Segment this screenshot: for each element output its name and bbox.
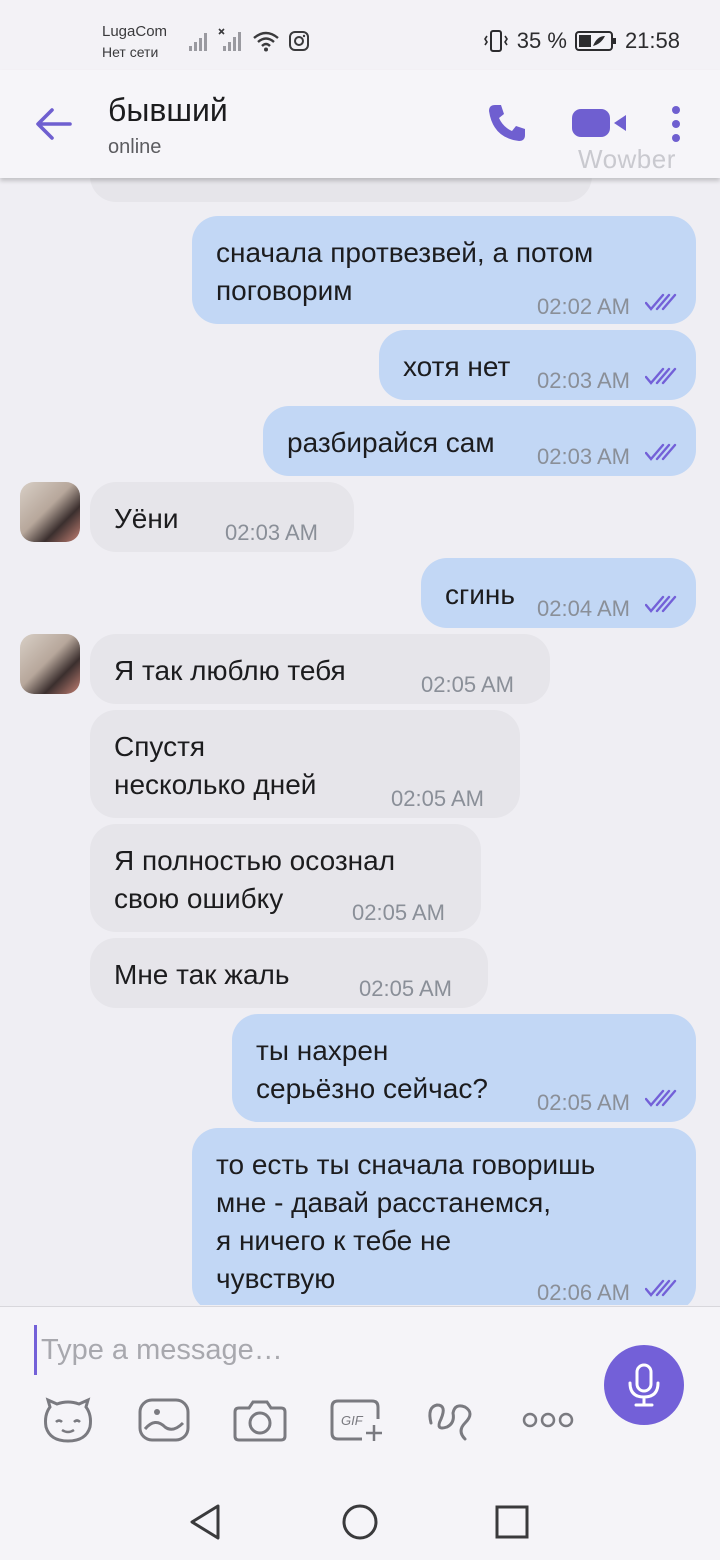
- signal-off-icon: [218, 28, 241, 51]
- gif-button[interactable]: GIF: [328, 1395, 384, 1445]
- clock: 21:58: [624, 28, 680, 53]
- recents-nav-icon[interactable]: [492, 1502, 532, 1542]
- outgoing-message[interactable]: то есть ты сначала говоришь мне - давай р…: [192, 1128, 696, 1305]
- system-nav-bar: [0, 1480, 720, 1560]
- outgoing-message[interactable]: ты нахрен серьёзно сейчас? 02:05 AM: [232, 1014, 696, 1122]
- signal-icons: [188, 28, 310, 52]
- home-nav-icon[interactable]: [340, 1502, 380, 1542]
- doodle-icon: [428, 1403, 472, 1441]
- svg-text:GIF: GIF: [341, 1413, 364, 1428]
- message-time: 02:05 AM: [391, 786, 484, 811]
- battery-icon: [574, 31, 616, 51]
- message-time: 02:05 AM: [421, 672, 514, 697]
- camera-icon: [233, 1400, 287, 1442]
- gallery-icon: [138, 1398, 190, 1442]
- message-time: 02:03 AM: [537, 444, 630, 469]
- outgoing-message[interactable]: сгинь 02:04 AM: [421, 558, 696, 628]
- message-time: 02:05 AM: [359, 976, 452, 1001]
- camera-button[interactable]: [232, 1395, 288, 1445]
- network-status: Нет сети: [102, 44, 159, 60]
- doodle-button[interactable]: [424, 1395, 480, 1445]
- outgoing-message[interactable]: сначала протвезвей, а потом поговорим 02:0…: [192, 216, 696, 324]
- signal-icon: [189, 33, 207, 51]
- outgoing-message[interactable]: разбирайся сам 02:03 AM: [263, 406, 696, 476]
- read-receipt-icon: [645, 595, 677, 613]
- message-time: 02:05 AM: [537, 1090, 630, 1115]
- incoming-message[interactable]: Я полностью осознал свою ошибку 02:05 AM: [90, 824, 481, 932]
- read-receipt-icon: [645, 1279, 677, 1297]
- back-nav-icon[interactable]: [186, 1502, 226, 1542]
- watermark: Wowber: [578, 144, 676, 174]
- back-arrow-icon[interactable]: [34, 106, 74, 142]
- more-icon: [522, 1412, 574, 1428]
- read-receipt-icon: [645, 293, 677, 311]
- incoming-message[interactable]: Уёни 02:03 AM: [90, 482, 354, 552]
- mic-button[interactable]: [604, 1345, 684, 1425]
- message-time: 02:04 AM: [537, 596, 630, 621]
- carrier-info: LugaCom Нет сети: [102, 22, 167, 62]
- chat-header: бывший online Wowber: [0, 70, 720, 178]
- message-time: 02:05 AM: [352, 900, 445, 925]
- phone-call-icon[interactable]: [486, 102, 528, 144]
- video-call-icon[interactable]: [570, 106, 628, 140]
- message-time: 02:03 AM: [225, 520, 318, 545]
- vibrate-icon: [483, 30, 508, 52]
- composer: GIF: [0, 1306, 720, 1480]
- status-bar: LugaCom Нет сети 35 % 21:58: [0, 0, 720, 70]
- contact-avatar[interactable]: [20, 634, 80, 694]
- incoming-message[interactable]: Спустя несколько дней 02:05 AM: [90, 710, 520, 818]
- status-right: 35 % 21:58: [483, 28, 680, 54]
- wifi-icon: [253, 31, 279, 52]
- outgoing-message[interactable]: хотя нет 02:03 AM: [379, 330, 696, 400]
- sticker-button[interactable]: [40, 1395, 96, 1445]
- more-menu-icon[interactable]: [664, 104, 688, 144]
- contact-name[interactable]: бывший: [108, 92, 228, 129]
- instagram-icon: [289, 31, 309, 51]
- message-time: 02:03 AM: [537, 368, 630, 393]
- read-receipt-icon: [645, 367, 677, 385]
- message-input[interactable]: [34, 1325, 574, 1375]
- microphone-icon: [628, 1363, 660, 1407]
- gif-icon: GIF: [330, 1399, 382, 1441]
- message-time: 02:06 AM: [537, 1280, 630, 1305]
- read-receipt-icon: [645, 443, 677, 461]
- sticker-icon: [44, 1397, 92, 1443]
- gallery-button[interactable]: [136, 1395, 192, 1445]
- more-options-button[interactable]: [520, 1395, 576, 1445]
- incoming-message[interactable]: Мне так жаль 02:05 AM: [90, 938, 488, 1008]
- incoming-message[interactable]: Я так люблю тебя 02:05 AM: [90, 634, 550, 704]
- battery-percent: 35 %: [516, 28, 567, 53]
- message-time: 02:02 AM: [537, 294, 630, 319]
- read-receipt-icon: [645, 1089, 677, 1107]
- contact-status: online: [108, 136, 162, 158]
- message-list[interactable]: бросил . . .02:01 AMсначала протвезвей, …: [0, 150, 720, 1305]
- carrier-name: LugaCom: [102, 23, 168, 40]
- contact-avatar[interactable]: [20, 482, 80, 542]
